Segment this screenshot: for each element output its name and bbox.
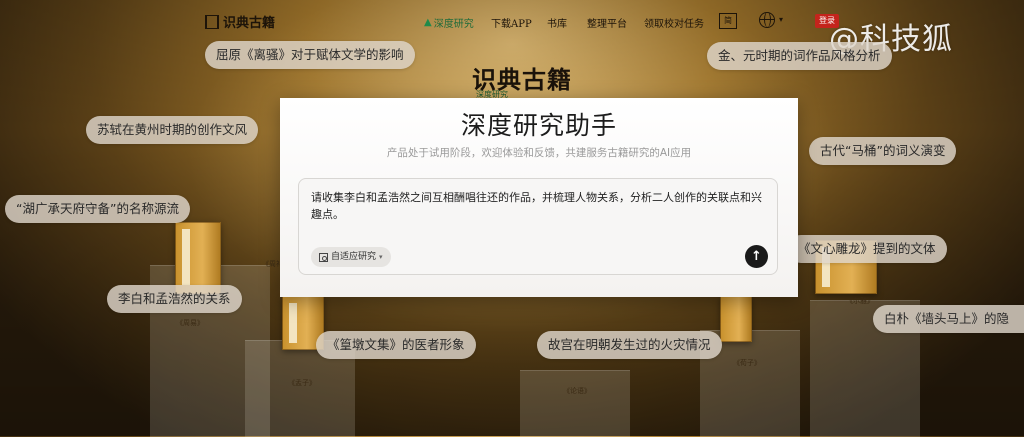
book-caption: 《孟子》 bbox=[288, 379, 316, 387]
panel-subtitle: 产品处于试用阶段，欢迎体验和反馈，共建服务古籍研究的AI应用 bbox=[386, 147, 692, 159]
suggestion-chip[interactable]: 白朴《墙头马上》的隐 bbox=[873, 305, 1024, 333]
nav-deep-research[interactable]: ▲ 深度研究 bbox=[424, 15, 474, 30]
suggestion-chip[interactable]: 《篁墩文集》的医者形象 bbox=[316, 331, 476, 359]
query-input[interactable]: 请收集李白和孟浩然之间互相酬唱往还的作品，并梳理人物关系，分析二人创作的关联点和… bbox=[298, 178, 778, 275]
nav-proofread-task[interactable]: 领取校对任务 bbox=[644, 15, 704, 30]
logo-mark-icon bbox=[205, 14, 219, 29]
research-mode-select[interactable]: 自适应研究 ▾ bbox=[311, 247, 391, 267]
shelf bbox=[520, 370, 630, 437]
globe-icon[interactable] bbox=[759, 12, 775, 28]
nav-library[interactable]: 书库 bbox=[547, 15, 567, 30]
book-caption: 《尔雅》 bbox=[846, 297, 874, 305]
book-caption: 《周易》 bbox=[176, 319, 204, 327]
chevron-down-icon[interactable]: ▾ bbox=[779, 15, 783, 24]
nav-download-app[interactable]: 下载APP bbox=[491, 15, 532, 30]
suggestion-chip[interactable]: 苏轼在黄州时期的创作文风 bbox=[86, 116, 259, 144]
book-caption: 《荀子》 bbox=[733, 359, 761, 367]
query-text[interactable]: 请收集李白和孟浩然之间互相酬唱往还的作品，并梳理人物关系，分析二人创作的关联点和… bbox=[311, 189, 767, 223]
suggestion-chip[interactable]: “湖广承天府守备”的名称源流 bbox=[5, 195, 190, 223]
suggestion-chip[interactable]: 屈原《离骚》对于赋体文学的影响 bbox=[205, 41, 415, 69]
suggestion-chip[interactable]: 古代“马桶”的词义演变 bbox=[809, 137, 957, 165]
chevron-down-icon: ▾ bbox=[379, 253, 383, 261]
suggestion-chip[interactable]: 李白和孟浩然的关系 bbox=[107, 285, 242, 313]
simplified-toggle-icon[interactable]: 简 bbox=[719, 13, 737, 29]
arrow-up-icon: ↑ bbox=[751, 249, 762, 264]
suggestion-chip[interactable]: 金、元时期的词作品风格分析 bbox=[707, 42, 892, 70]
nav-deep-research-label: 深度研究 bbox=[433, 19, 474, 30]
site-logo[interactable]: 识典古籍 bbox=[205, 12, 275, 31]
book-image bbox=[175, 222, 221, 294]
panel-title: 深度研究助手 bbox=[460, 111, 617, 140]
book-image bbox=[720, 296, 752, 342]
suggestion-chip[interactable]: 故宫在明朝发生过的火灾情况 bbox=[537, 331, 722, 359]
nav-platform[interactable]: 整理平台 bbox=[587, 15, 627, 30]
mode-icon bbox=[319, 252, 328, 262]
send-button[interactable]: ↑ bbox=[745, 245, 768, 268]
book-caption: 《论语》 bbox=[563, 387, 591, 395]
logo-text: 识典古籍 bbox=[223, 16, 276, 31]
suggestion-chip[interactable]: 《文心雕龙》提到的文体 bbox=[787, 235, 947, 263]
research-mode-label: 自适应研究 bbox=[331, 252, 377, 262]
deep-research-icon: ▲ bbox=[424, 17, 432, 28]
research-assistant-panel: 深度研究助手 产品处于试用阶段，欢迎体验和反馈，共建服务古籍研究的AI应用 请收… bbox=[280, 98, 798, 297]
